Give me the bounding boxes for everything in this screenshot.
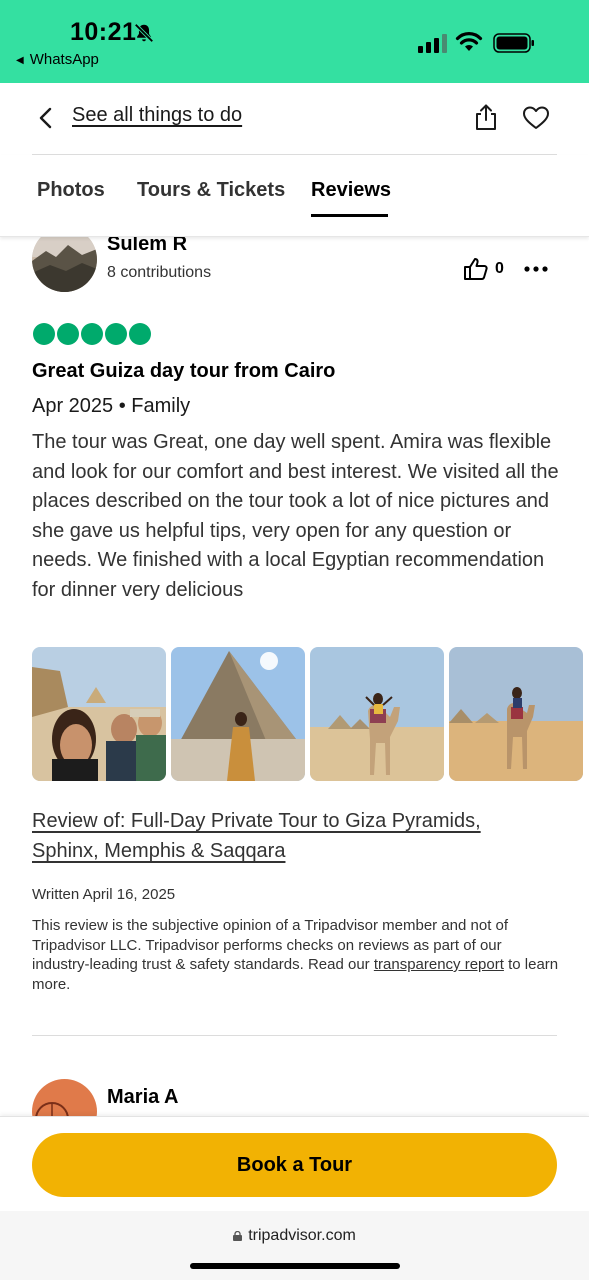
url-text: tripadvisor.com xyxy=(248,1227,356,1244)
tab-bar: Photos Tours & Tickets Reviews xyxy=(0,155,589,237)
rating-bubble-1 xyxy=(33,323,55,345)
back-triangle-icon: ◀ xyxy=(16,55,24,66)
rating-bubbles xyxy=(33,323,151,345)
bell-muted-icon xyxy=(134,23,154,43)
status-time: 10:21 xyxy=(70,18,137,46)
tab-photos[interactable]: Photos xyxy=(37,179,105,202)
review-body: The tour was Great, one day well spent. … xyxy=(32,431,559,601)
more-options-icon[interactable] xyxy=(524,265,548,273)
rating-bubble-4 xyxy=(105,323,127,345)
transparency-report-link[interactable]: transparency report xyxy=(374,956,504,973)
browser-bar xyxy=(0,1211,589,1280)
review-meta: Apr 2025 • Family xyxy=(32,395,191,417)
review-disclaimer: This review is the subjective opinion of… xyxy=(32,916,560,994)
back-app-label: WhatsApp xyxy=(29,51,99,68)
book-a-tour-button[interactable]: Book a Tour xyxy=(32,1133,557,1197)
thumbs-up-icon[interactable] xyxy=(463,257,489,281)
rating-bubble-2 xyxy=(57,323,79,345)
url-bar[interactable]: tripadvisor.com xyxy=(0,1227,589,1245)
tab-reviews[interactable]: Reviews xyxy=(311,179,391,202)
written-date: Written April 16, 2025 xyxy=(32,886,176,903)
review-photo-pyramid[interactable] xyxy=(171,647,305,781)
review-title: Great Guiza day tour from Cairo xyxy=(32,360,336,382)
battery-icon xyxy=(493,33,534,53)
review-of-link[interactable]: Review of: Full-Day Private Tour to Giza… xyxy=(32,806,552,866)
lock-icon xyxy=(233,1231,243,1241)
share-icon[interactable] xyxy=(472,103,500,131)
reviewer-contributions: 8 contributions xyxy=(107,264,212,281)
rating-bubble-3 xyxy=(81,323,103,345)
home-indicator[interactable] xyxy=(190,1263,400,1269)
review-divider xyxy=(32,1035,557,1036)
wifi-icon xyxy=(455,32,483,51)
next-reviewer-name[interactable]: Maria A xyxy=(107,1086,179,1109)
see-all-things-link[interactable]: See all things to do xyxy=(72,104,242,127)
tab-tours-tickets[interactable]: Tours & Tickets xyxy=(137,179,285,202)
back-to-app-link[interactable]: ◀ WhatsApp xyxy=(16,51,99,68)
heart-icon[interactable] xyxy=(522,105,550,131)
helpful-count: 0 xyxy=(495,260,504,277)
cellular-signal-icon xyxy=(418,34,447,53)
review-photo-selfie[interactable] xyxy=(32,647,166,781)
review-photo-camel[interactable] xyxy=(310,647,444,781)
review-photo-camel-rider[interactable] xyxy=(449,647,583,781)
chevron-left-icon[interactable] xyxy=(36,106,56,130)
rating-bubble-5 xyxy=(129,323,151,345)
active-tab-indicator xyxy=(311,214,388,217)
